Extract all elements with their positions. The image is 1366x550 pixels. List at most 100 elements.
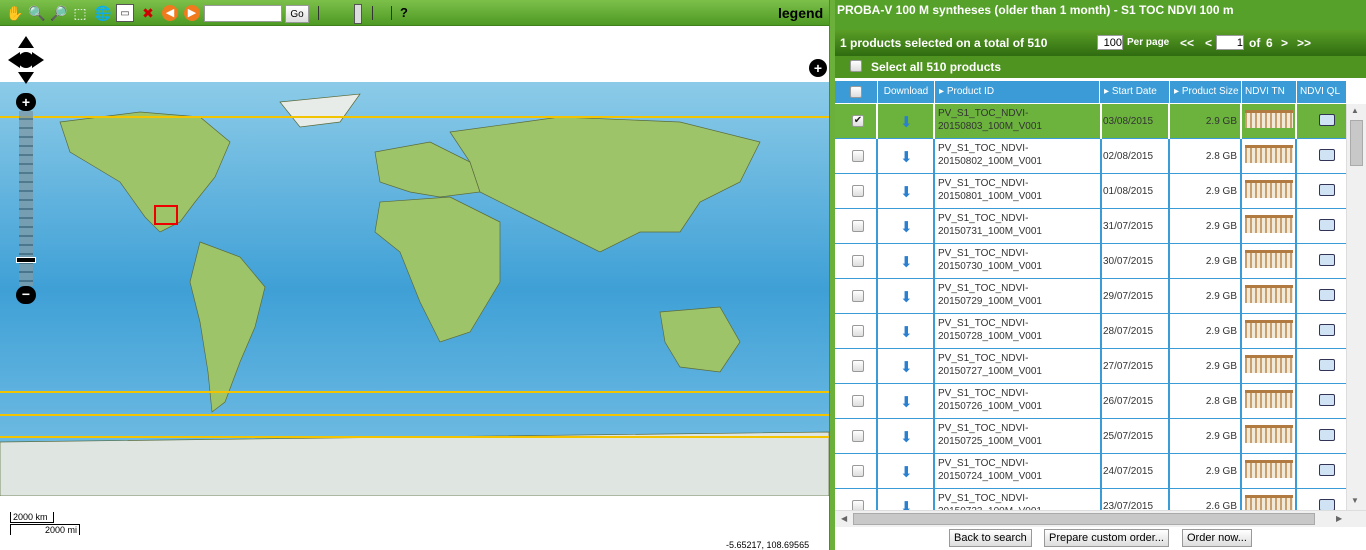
map-pane[interactable]: ✋ 🔍 🔎 ⬚ 🌐 ▭ ✖ ◀ ▶ Go ? legend + + − 2000… [0, 0, 829, 550]
first-page-button[interactable]: << [1180, 30, 1194, 56]
quicklook-view-icon[interactable] [1319, 324, 1335, 336]
page-number-input[interactable] [1216, 35, 1244, 50]
prev-page-button[interactable]: < [1205, 30, 1212, 56]
globe-icon[interactable]: 🌐 [94, 4, 112, 22]
quicklook-view-icon[interactable] [1319, 219, 1335, 231]
header-product-size[interactable]: ▸ Product Size [1170, 81, 1242, 103]
select-all-checkbox[interactable] [850, 60, 862, 72]
row-checkbox[interactable] [852, 360, 864, 372]
horizontal-scrollbar[interactable]: ◀ ▶ [835, 510, 1366, 527]
table-row[interactable]: ⬇ PV_S1_TOC_NDVI- 20150725_100M_V001 25/07/… [835, 419, 1346, 454]
quicklook-view-icon[interactable] [1319, 149, 1335, 161]
row-checkbox[interactable] [852, 220, 864, 232]
quicklook-view-icon[interactable] [1319, 289, 1335, 301]
quicklook-view-icon[interactable] [1319, 464, 1335, 476]
back-to-search-button[interactable]: Back to search [949, 529, 1032, 547]
table-row[interactable]: ⬇ PV_S1_TOC_NDVI- 20150802_100M_V001 02/08/… [835, 139, 1346, 174]
world-map[interactable] [0, 82, 829, 496]
header-checkbox[interactable] [850, 86, 862, 98]
header-start-date[interactable]: ▸ Start Date [1100, 81, 1170, 103]
ndvi-thumbnail[interactable] [1245, 460, 1293, 478]
row-checkbox[interactable] [852, 325, 864, 337]
row-checkbox[interactable] [852, 185, 864, 197]
last-page-button[interactable]: >> [1297, 30, 1311, 56]
ndvi-thumbnail[interactable] [1245, 320, 1293, 338]
pan-hand-icon[interactable]: ✋ [6, 4, 24, 22]
row-checkbox[interactable] [852, 290, 864, 302]
table-row[interactable]: ⬇ PV_S1_TOC_NDVI- 20150727_100M_V001 27/07/… [835, 349, 1346, 384]
ndvi-thumbnail[interactable] [1245, 145, 1293, 163]
per-page-input[interactable] [1097, 35, 1123, 50]
quicklook-view-icon[interactable] [1319, 184, 1335, 196]
quicklook-view-icon[interactable] [1319, 359, 1335, 371]
ndvi-thumbnail[interactable] [1245, 215, 1293, 233]
quicklook-view-icon[interactable] [1319, 429, 1335, 441]
quicklook-view-icon[interactable] [1319, 254, 1335, 266]
download-arrow-icon[interactable]: ⬇ [900, 358, 913, 376]
download-arrow-icon[interactable]: ⬇ [900, 218, 913, 236]
layer-switcher-plus-icon[interactable]: + [809, 59, 827, 77]
download-arrow-icon[interactable]: ⬇ [900, 253, 913, 271]
row-checkbox[interactable]: ✔ [852, 115, 864, 127]
table-row[interactable]: ⬇ PV_S1_TOC_NDVI- 20150726_100M_V001 26/07/… [835, 384, 1346, 419]
row-checkbox[interactable] [852, 395, 864, 407]
row-checkbox[interactable] [852, 255, 864, 267]
scroll-thumb[interactable] [1350, 120, 1363, 166]
scroll-right-icon[interactable]: ▶ [1336, 514, 1342, 523]
next-view-icon[interactable]: ▶ [184, 5, 200, 21]
row-checkbox[interactable] [852, 465, 864, 477]
zoom-out-icon[interactable]: 🔎 [50, 4, 68, 22]
table-row[interactable]: ✔ ⬇ PV_S1_TOC_NDVI- 20150803_100M_V001 03/08… [835, 104, 1346, 139]
order-now-button[interactable]: Order now... [1182, 529, 1252, 547]
ndvi-thumbnail[interactable] [1245, 390, 1293, 408]
ndvi-thumbnail[interactable] [1245, 425, 1293, 443]
table-row[interactable]: ⬇ PV_S1_TOC_NDVI- 20150801_100M_V001 01/08/… [835, 174, 1346, 209]
scroll-left-icon[interactable]: ◀ [841, 514, 847, 523]
quicklook-view-icon[interactable] [1319, 394, 1335, 406]
ndvi-thumbnail[interactable] [1245, 495, 1293, 510]
table-row[interactable]: ⬇ PV_S1_TOC_NDVI- 20150724_100M_V001 24/07/… [835, 454, 1346, 489]
table-row[interactable]: ⬇ PV_S1_TOC_NDVI- 20150728_100M_V001 28/07/… [835, 314, 1346, 349]
download-arrow-icon[interactable]: ⬇ [900, 498, 913, 510]
row-checkbox[interactable] [852, 430, 864, 442]
table-row[interactable]: ⬇ PV_S1_TOC_NDVI-20150723_100M_V00123/07/… [835, 489, 1346, 510]
download-arrow-icon[interactable]: ⬇ [900, 148, 913, 166]
location-search-input[interactable] [204, 5, 282, 22]
scroll-down-icon[interactable]: ▼ [1351, 496, 1359, 505]
prepare-custom-order-button[interactable]: Prepare custom order... [1044, 529, 1169, 547]
row-checkbox[interactable] [852, 150, 864, 162]
pan-control[interactable] [6, 34, 46, 86]
download-arrow-icon[interactable]: ⬇ [900, 463, 913, 481]
clear-selection-icon[interactable]: ✖ [139, 4, 157, 22]
go-button[interactable]: Go [285, 5, 309, 23]
row-checkbox[interactable] [852, 500, 864, 510]
table-row[interactable]: ⬇ PV_S1_TOC_NDVI- 20150731_100M_V001 31/07/… [835, 209, 1346, 244]
opacity-slider[interactable] [354, 4, 362, 24]
download-arrow-icon[interactable]: ⬇ [900, 428, 913, 446]
vertical-scrollbar[interactable]: ▲ ▼ [1346, 104, 1366, 510]
legend-link[interactable]: legend [778, 5, 823, 21]
download-arrow-icon[interactable]: ⬇ [900, 183, 913, 201]
ndvi-thumbnail[interactable] [1245, 110, 1293, 128]
select-box-icon[interactable]: ▭ [116, 4, 134, 22]
download-arrow-icon[interactable]: ⬇ [900, 113, 913, 131]
previous-view-icon[interactable]: ◀ [162, 5, 178, 21]
download-arrow-icon[interactable]: ⬇ [900, 323, 913, 341]
zoom-slider[interactable]: + − [16, 93, 36, 305]
zoom-in-icon[interactable]: 🔍 [28, 4, 46, 22]
table-row[interactable]: ⬇ PV_S1_TOC_NDVI- 20150729_100M_V001 29/07/… [835, 279, 1346, 314]
ndvi-thumbnail[interactable] [1245, 180, 1293, 198]
download-arrow-icon[interactable]: ⬇ [900, 393, 913, 411]
table-row[interactable]: ⬇ PV_S1_TOC_NDVI- 20150730_100M_V001 30/07/… [835, 244, 1346, 279]
ndvi-thumbnail[interactable] [1245, 355, 1293, 373]
quicklook-view-icon[interactable] [1319, 114, 1335, 126]
quicklook-view-icon[interactable] [1319, 499, 1335, 510]
zoom-in-plus-icon[interactable]: + [16, 93, 36, 111]
select-all-label[interactable]: Select all 510 products [871, 60, 1001, 74]
header-product-id[interactable]: ▸ Product ID [935, 81, 1100, 103]
next-page-button[interactable]: > [1281, 30, 1288, 56]
ndvi-thumbnail[interactable] [1245, 250, 1293, 268]
scroll-up-icon[interactable]: ▲ [1351, 106, 1359, 115]
zoom-out-minus-icon[interactable]: − [16, 286, 36, 304]
help-icon[interactable]: ? [400, 5, 408, 20]
